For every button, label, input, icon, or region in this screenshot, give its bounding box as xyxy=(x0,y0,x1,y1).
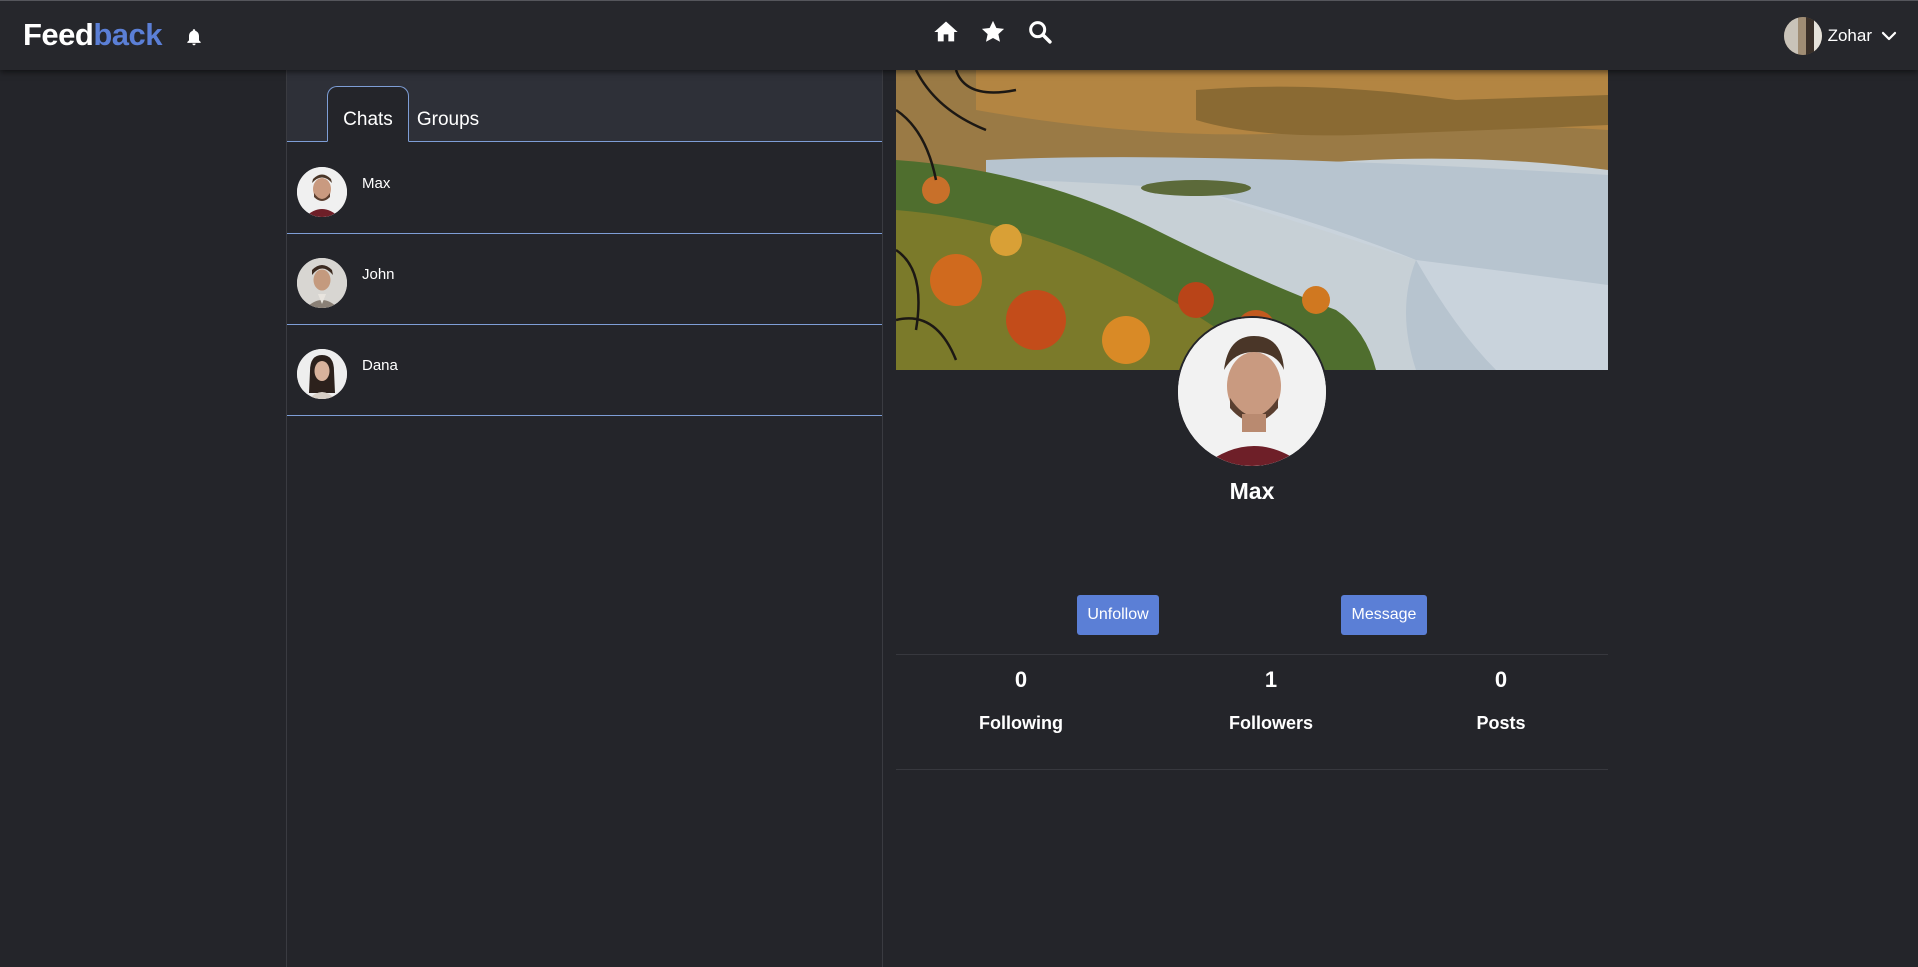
stat-followers[interactable]: 1 Followers xyxy=(1191,667,1351,734)
brand-logo-part2: back xyxy=(93,17,163,52)
stat-posts[interactable]: 0 Posts xyxy=(1421,667,1581,734)
chat-tabs: Chats Groups xyxy=(287,70,882,142)
star-icon[interactable] xyxy=(979,18,1007,46)
profile-avatar xyxy=(1176,316,1328,468)
avatar xyxy=(297,349,347,399)
profile-panel: Max Unfollow Message 0 Following 1 Follo… xyxy=(896,70,1608,967)
bell-icon[interactable] xyxy=(184,27,204,47)
chevron-down-icon[interactable] xyxy=(1880,27,1898,45)
stat-value: 0 xyxy=(1014,667,1028,692)
unfollow-button[interactable]: Unfollow xyxy=(1077,595,1159,635)
user-menu[interactable]: Zohar xyxy=(1783,16,1898,56)
tab-chats[interactable]: Chats xyxy=(327,86,409,142)
stat-label: Following xyxy=(979,713,1063,733)
chat-panel: Chats Groups Max John Dana xyxy=(286,70,883,967)
user-avatar xyxy=(1783,17,1822,55)
avatar xyxy=(297,167,347,217)
search-icon[interactable] xyxy=(1026,18,1054,46)
message-button[interactable]: Message xyxy=(1341,595,1427,635)
home-icon[interactable] xyxy=(932,18,960,46)
profile-name: Max xyxy=(1229,478,1275,504)
brand-logo-part1: Feed xyxy=(23,17,94,52)
stat-label: Followers xyxy=(1228,713,1313,733)
chat-item-dana[interactable]: Dana xyxy=(287,325,882,416)
chat-name: Max xyxy=(362,175,391,192)
chat-name: Dana xyxy=(362,357,398,374)
divider xyxy=(896,654,1608,655)
tab-groups[interactable]: Groups xyxy=(413,86,483,142)
top-navbar: Feedback Zohar xyxy=(0,0,1918,70)
user-name: Zohar xyxy=(1827,26,1872,45)
chat-name: John xyxy=(362,266,395,283)
chat-list: Max John Dana xyxy=(287,143,882,416)
stat-value: 1 xyxy=(1264,667,1278,692)
brand-logo[interactable]: Feedback xyxy=(23,16,163,54)
avatar xyxy=(297,258,347,308)
chat-item-john[interactable]: John xyxy=(287,234,882,325)
stat-value: 0 xyxy=(1494,667,1508,692)
divider xyxy=(896,769,1608,770)
stat-label: Posts xyxy=(1476,713,1526,733)
chat-item-max[interactable]: Max xyxy=(287,143,882,234)
stat-following[interactable]: 0 Following xyxy=(941,667,1101,734)
